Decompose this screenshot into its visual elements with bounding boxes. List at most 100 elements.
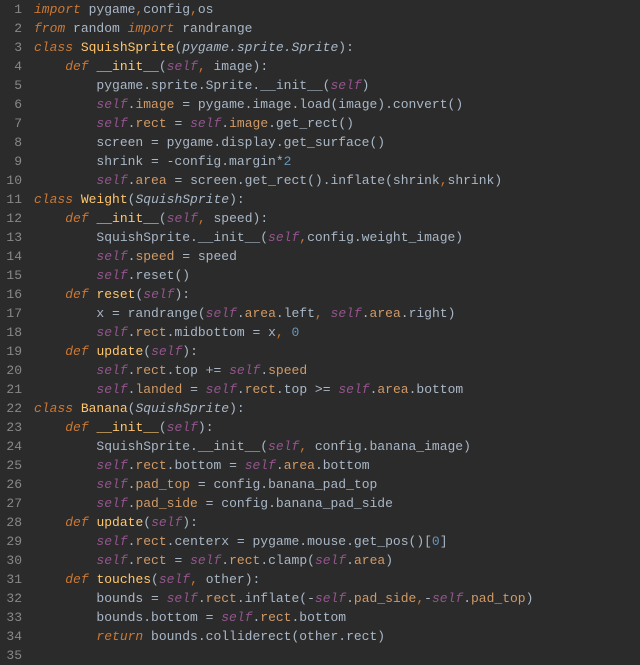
code-line[interactable]: from random import randrange (34, 19, 640, 38)
code-token: class (34, 401, 81, 416)
code-line[interactable]: def __init__(self, speed): (34, 209, 640, 228)
code-token: pad_side (135, 496, 197, 511)
code-token: .get_rect() (268, 116, 354, 131)
line-number: 7 (4, 114, 22, 133)
code-token: ): (338, 40, 354, 55)
code-token: ( (159, 420, 167, 435)
line-number: 32 (4, 589, 22, 608)
code-line[interactable]: SquishSprite.__init__(self, config.banan… (34, 437, 640, 456)
code-line[interactable]: self.rect.midbottom = x, 0 (34, 323, 640, 342)
code-token: ) (385, 553, 393, 568)
code-token: pygame.sprite.Sprite (182, 40, 338, 55)
code-line[interactable]: def __init__(self, image): (34, 57, 640, 76)
code-token: rect (135, 534, 166, 549)
code-token: bounds.bottom = (34, 610, 221, 625)
code-line[interactable]: self.speed = speed (34, 247, 640, 266)
code-token: self (315, 591, 346, 606)
code-token: = speed (174, 249, 236, 264)
code-token: self (96, 249, 127, 264)
code-token: .clamp( (260, 553, 315, 568)
code-token: . (362, 306, 370, 321)
code-line[interactable]: def update(self): (34, 513, 640, 532)
code-line[interactable]: def update(self): (34, 342, 640, 361)
code-token (34, 268, 96, 283)
code-line[interactable]: self.area = screen.get_rect().inflate(sh… (34, 171, 640, 190)
code-token (34, 458, 96, 473)
code-area[interactable]: import pygame,config,osfrom random impor… (30, 0, 640, 647)
code-token (34, 116, 96, 131)
code-line[interactable]: class Banana(SquishSprite): (34, 399, 640, 418)
code-token: update (96, 515, 143, 530)
line-number: 24 (4, 437, 22, 456)
code-line[interactable]: self.landed = self.rect.top >= self.area… (34, 380, 640, 399)
code-token: x = randrange( (34, 306, 206, 321)
code-line[interactable]: class Weight(SquishSprite): (34, 190, 640, 209)
code-line[interactable]: bounds.bottom = self.rect.bottom (34, 608, 640, 627)
code-token: .left (276, 306, 315, 321)
code-token: , (416, 591, 424, 606)
code-line[interactable]: self.image = pygame.image.load(image).co… (34, 95, 640, 114)
code-line[interactable]: self.rect.centerx = pygame.mouse.get_pos… (34, 532, 640, 551)
code-line[interactable]: self.reset() (34, 266, 640, 285)
code-token: def (65, 572, 96, 587)
line-number: 17 (4, 304, 22, 323)
code-token: . (221, 116, 229, 131)
code-token: touches (96, 572, 151, 587)
line-number: 2 (4, 19, 22, 38)
code-token: = (182, 382, 205, 397)
code-token (34, 363, 96, 378)
code-line[interactable]: self.rect.bottom = self.area.bottom (34, 456, 640, 475)
code-line[interactable]: self.pad_top = config.banana_pad_top (34, 475, 640, 494)
code-token: self (245, 458, 276, 473)
line-number: 33 (4, 608, 22, 627)
code-token (34, 534, 96, 549)
code-line[interactable] (34, 646, 640, 665)
code-line[interactable]: screen = pygame.display.get_surface() (34, 133, 640, 152)
line-number: 10 (4, 171, 22, 190)
line-number: 23 (4, 418, 22, 437)
code-token: self (167, 211, 198, 226)
code-token: . (260, 363, 268, 378)
line-number: 15 (4, 266, 22, 285)
code-token: class (34, 40, 81, 55)
code-line[interactable]: pygame.sprite.Sprite.__init__(self) (34, 76, 640, 95)
line-number: 21 (4, 380, 22, 399)
code-line[interactable]: import pygame,config,os (34, 0, 640, 19)
code-token: 0 (432, 534, 440, 549)
code-token: self (151, 515, 182, 530)
code-line[interactable]: shrink = -config.margin*2 (34, 152, 640, 171)
code-line[interactable]: bounds = self.rect.inflate(-self.pad_sid… (34, 589, 640, 608)
code-token: , (190, 2, 198, 17)
code-token: SquishSprite (135, 401, 229, 416)
line-number: 28 (4, 513, 22, 532)
code-line[interactable]: SquishSprite.__init__(self,config.weight… (34, 228, 640, 247)
code-token: area (245, 306, 276, 321)
line-number: 34 (4, 627, 22, 646)
code-line[interactable]: self.pad_side = config.banana_pad_side (34, 494, 640, 513)
code-line[interactable]: self.rect = self.rect.clamp(self.area) (34, 551, 640, 570)
code-token: , (190, 572, 206, 587)
code-token: = pygame.image.load(image).convert() (174, 97, 463, 112)
code-token: pad_top (135, 477, 190, 492)
code-token: self (331, 306, 362, 321)
code-line[interactable]: self.rect = self.image.get_rect() (34, 114, 640, 133)
code-token: .centerx = pygame.mouse.get_pos()[ (167, 534, 432, 549)
line-number: 12 (4, 209, 22, 228)
code-line[interactable]: def reset(self): (34, 285, 640, 304)
code-line[interactable]: class SquishSprite(pygame.sprite.Sprite)… (34, 38, 640, 57)
code-line[interactable]: def __init__(self): (34, 418, 640, 437)
code-token: update (96, 344, 143, 359)
code-token: self (330, 78, 361, 93)
code-token: self (96, 477, 127, 492)
code-token: self (338, 382, 369, 397)
line-number: 13 (4, 228, 22, 247)
code-token: self (206, 306, 237, 321)
code-token: self (221, 610, 252, 625)
code-line[interactable]: def touches(self, other): (34, 570, 640, 589)
code-line[interactable]: self.rect.top += self.speed (34, 361, 640, 380)
code-token: self (432, 591, 463, 606)
code-line[interactable]: return bounds.colliderect(other.rect) (34, 627, 640, 646)
code-token: from (34, 21, 73, 36)
code-line[interactable]: x = randrange(self.area.left, self.area.… (34, 304, 640, 323)
code-token: pygame (89, 2, 136, 17)
